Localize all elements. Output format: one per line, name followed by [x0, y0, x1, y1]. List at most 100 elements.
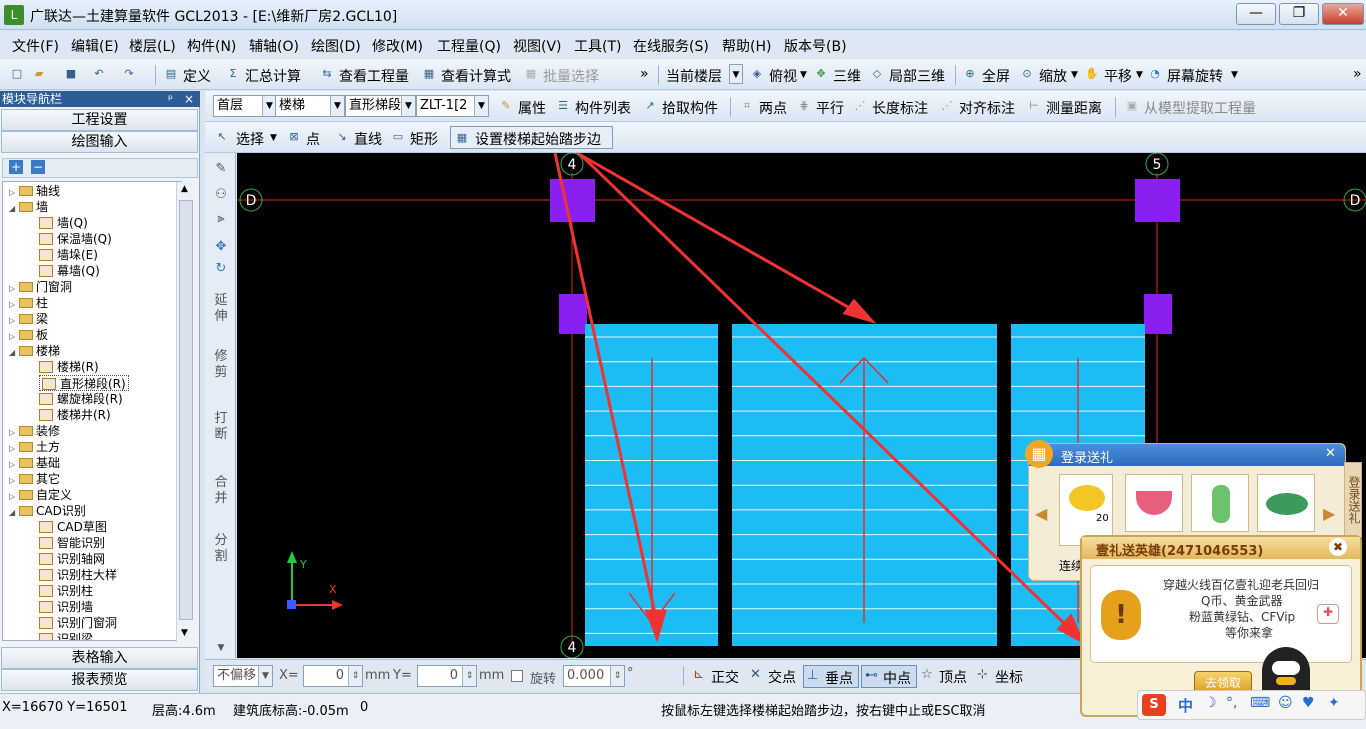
- tree-item[interactable]: 直形梯段(R): [39, 375, 129, 391]
- tree-item[interactable]: 识别柱大样: [39, 567, 117, 583]
- ime-settings-icon[interactable]: ✦: [1328, 695, 1340, 711]
- rotate-dropdown-icon[interactable]: ▼: [1231, 70, 1238, 80]
- merge-button[interactable]: 合并: [211, 475, 231, 507]
- menu-component[interactable]: 构件(N): [187, 36, 236, 56]
- undo-icon[interactable]: ↶: [92, 67, 106, 81]
- rotate-checkbox[interactable]: [511, 670, 523, 682]
- measure-distance-button[interactable]: 测量距离: [1046, 98, 1102, 118]
- select-button[interactable]: 选择: [236, 129, 264, 149]
- y-input[interactable]: 0 ⇕: [417, 665, 477, 687]
- close-button[interactable]: ✕: [1322, 3, 1364, 25]
- intersect-button[interactable]: 交点: [768, 667, 796, 687]
- extract-quantity-button[interactable]: 从模型提取工程量: [1144, 98, 1256, 118]
- menu-view[interactable]: 视图(V): [513, 36, 562, 56]
- rotate-icon[interactable]: ↻: [211, 261, 231, 276]
- ime-halfwidth-icon[interactable]: ☽: [1204, 695, 1217, 711]
- pan-button[interactable]: 平移: [1104, 66, 1132, 86]
- gift-prev-icon[interactable]: ◀: [1035, 504, 1047, 523]
- zoom-button[interactable]: 缩放: [1039, 66, 1067, 86]
- view-formula-button[interactable]: 查看计算式: [441, 66, 511, 86]
- tree-item[interactable]: 楼梯(R): [39, 359, 99, 375]
- tree-item[interactable]: CAD草图: [39, 519, 107, 535]
- break-button[interactable]: 打断: [211, 411, 231, 443]
- menu-aux-axis[interactable]: 辅轴(O): [249, 36, 299, 56]
- collapse-all-icon[interactable]: −: [31, 160, 45, 174]
- rotate-screen-button[interactable]: 屏幕旋转: [1167, 66, 1223, 86]
- minimize-button[interactable]: —: [1236, 3, 1276, 25]
- report-preview-button[interactable]: 报表预览: [1, 669, 198, 691]
- tree-folder[interactable]: ◢ 墙: [9, 199, 48, 215]
- project-settings-button[interactable]: 工程设置: [1, 109, 198, 131]
- top-view-button[interactable]: 俯视: [769, 66, 797, 86]
- expand-all-icon[interactable]: +: [9, 160, 23, 174]
- pan-dropdown-icon[interactable]: ▼: [1136, 70, 1143, 80]
- gift-item-plant[interactable]: [1191, 474, 1249, 532]
- pick-component-button[interactable]: 拾取构件: [662, 98, 718, 118]
- gift-next-icon[interactable]: ▶: [1323, 504, 1335, 523]
- tree-toggle-icon[interactable]: ◢: [9, 201, 19, 217]
- mirror-icon[interactable]: ⫸: [211, 211, 231, 226]
- top-view-dropdown-icon[interactable]: ▼: [800, 70, 807, 80]
- subtype-select[interactable]: 直形梯段 ▼: [345, 95, 416, 117]
- drawing-input-button[interactable]: 绘图输入: [1, 131, 198, 153]
- open-file-icon[interactable]: ▰: [32, 67, 46, 81]
- rectangle-button[interactable]: 矩形: [410, 129, 438, 149]
- ime-chinese-toggle[interactable]: 中: [1178, 695, 1193, 716]
- three-d-button[interactable]: 三维: [833, 66, 861, 86]
- current-floor-dropdown[interactable]: ▼: [729, 64, 743, 84]
- component-list-button[interactable]: 构件列表: [575, 98, 631, 118]
- gift-item-dish[interactable]: [1257, 474, 1315, 532]
- hero-popup-close-button[interactable]: ✖: [1329, 538, 1347, 556]
- gift-side-tab[interactable]: 登录送礼: [1344, 462, 1362, 538]
- toolbar-overflow-right-icon[interactable]: »: [1353, 66, 1362, 82]
- gift-item-bowl[interactable]: [1125, 474, 1183, 532]
- ortho-button[interactable]: 正交: [711, 667, 739, 687]
- brush-icon[interactable]: ✎: [211, 161, 231, 176]
- tree-item[interactable]: 识别门窗洞: [39, 615, 117, 631]
- scrollbar-thumb[interactable]: [179, 200, 193, 620]
- set-edge-button[interactable]: ▦ 设置楼梯起始踏步边: [450, 126, 613, 149]
- tree-folder[interactable]: ▷ 其它: [9, 471, 60, 487]
- properties-button[interactable]: 属性: [518, 98, 546, 118]
- sogou-logo-icon[interactable]: S: [1142, 694, 1166, 716]
- tree-item[interactable]: 墙(Q): [39, 215, 88, 231]
- tree-folder[interactable]: ▷ 梁: [9, 311, 48, 327]
- two-points-button[interactable]: 两点: [759, 98, 787, 118]
- split-button[interactable]: 分割: [211, 533, 231, 565]
- tree-folder[interactable]: ▷ 自定义: [9, 487, 72, 503]
- toolstrip-more-icon[interactable]: ▼: [211, 643, 231, 653]
- length-dim-button[interactable]: 长度标注: [872, 98, 928, 118]
- ime-keyboard-icon[interactable]: ⌨: [1250, 695, 1270, 711]
- new-file-icon[interactable]: □: [10, 67, 24, 81]
- tree-folder[interactable]: ▷ 板: [9, 327, 48, 343]
- ime-skin-icon[interactable]: ♥: [1302, 695, 1315, 711]
- menu-help[interactable]: 帮助(H): [722, 36, 771, 56]
- save-icon[interactable]: ■: [64, 67, 78, 81]
- tree-item[interactable]: 识别墙: [39, 599, 93, 615]
- tree-item[interactable]: 墙垛(E): [39, 247, 98, 263]
- angle-input[interactable]: 0.000 ⇕: [563, 665, 625, 687]
- align-dim-button[interactable]: 对齐标注: [959, 98, 1015, 118]
- tree-folder[interactable]: ▷ 柱: [9, 295, 48, 311]
- redo-icon[interactable]: ↷: [122, 67, 136, 81]
- tree-folder[interactable]: ▷ 装修: [9, 423, 60, 439]
- tree-item[interactable]: 螺旋梯段(R): [39, 391, 123, 407]
- floor-select[interactable]: 首层 ▼: [213, 95, 277, 117]
- view-quantity-button[interactable]: 查看工程量: [339, 66, 409, 86]
- define-button[interactable]: 定义: [183, 66, 211, 86]
- sum-button[interactable]: 汇总计算: [245, 66, 301, 86]
- menu-file[interactable]: 文件(F): [12, 36, 59, 56]
- tree-scrollbar[interactable]: ▲ ▼: [176, 182, 194, 642]
- gift-popup-close-button[interactable]: ✕: [1325, 446, 1336, 461]
- tree-folder[interactable]: ▷ 土方: [9, 439, 60, 455]
- tree-item[interactable]: 智能识别: [39, 535, 105, 551]
- type-select[interactable]: 楼梯 ▼: [275, 95, 345, 117]
- panel-close-icon[interactable]: ×: [184, 91, 194, 107]
- tree-item[interactable]: 楼梯井(R): [39, 407, 111, 423]
- offset-select[interactable]: 不偏移 ▼: [213, 665, 273, 687]
- tree-item[interactable]: 识别柱: [39, 583, 93, 599]
- tree-folder[interactable]: ▷ 门窗洞: [9, 279, 72, 295]
- local-3d-button[interactable]: 局部三维: [889, 66, 945, 86]
- menu-modify[interactable]: 修改(M): [372, 36, 423, 56]
- ime-punct-icon[interactable]: °,: [1226, 695, 1237, 711]
